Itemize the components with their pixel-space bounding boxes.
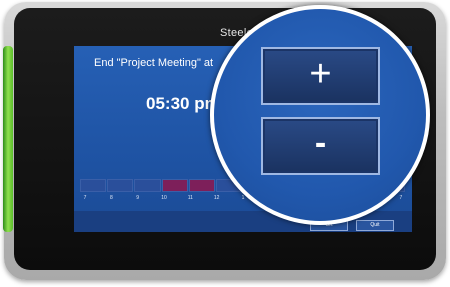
end-meeting-prompt: End "Project Meeting" at xyxy=(94,57,214,69)
end-time-display: 05:30 pm xyxy=(146,94,220,113)
decrease-time-button[interactable]: - xyxy=(261,117,380,175)
timeline-slot-booked[interactable] xyxy=(188,179,215,192)
timeline-hour-label: 11 xyxy=(187,195,193,201)
quit-button[interactable]: Quit xyxy=(356,220,394,231)
timeline-hour-label: 9 xyxy=(136,195,140,201)
zoom-magnifier: + - xyxy=(210,5,430,225)
timeline-slot[interactable] xyxy=(80,179,107,192)
timeline-slot-booked[interactable] xyxy=(161,179,188,192)
timeline-hour-label: 7 xyxy=(83,195,87,201)
timeline-slot[interactable] xyxy=(134,179,161,192)
increase-time-button[interactable]: + xyxy=(261,47,380,105)
timeline-hour-label: 7 xyxy=(399,195,403,201)
status-led xyxy=(3,46,13,232)
timeline-hour-label: 10 xyxy=(161,195,167,201)
timeline-slot[interactable] xyxy=(107,179,134,192)
timeline-hour-label: 8 xyxy=(109,195,113,201)
timeline-hour-label: 12 xyxy=(213,195,220,201)
